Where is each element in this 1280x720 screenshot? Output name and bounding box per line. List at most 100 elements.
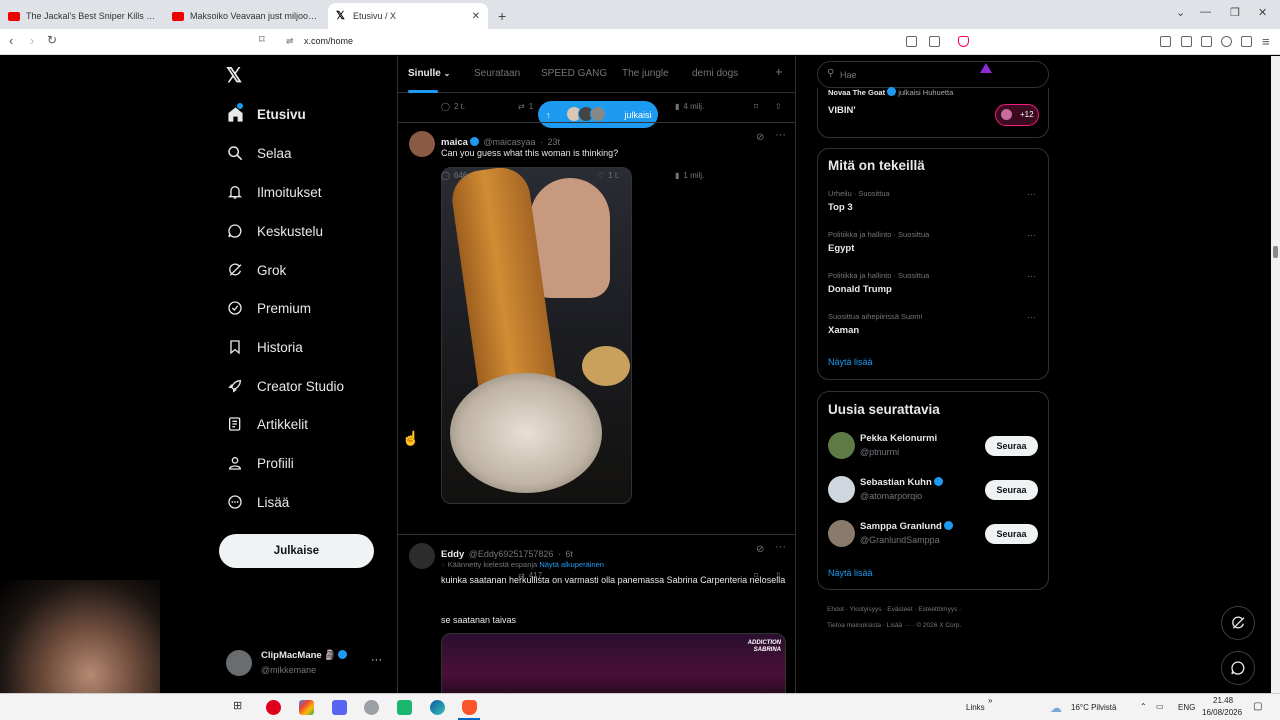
language-indicator[interactable]: ENG	[1178, 703, 1195, 712]
close-window-icon[interactable]: ✕	[1258, 6, 1267, 19]
grok-icon[interactable]: ⊘	[756, 544, 764, 555]
more-icon[interactable]: ···	[775, 541, 786, 553]
follow-suggestion[interactable]: Pekka Kelonurmi @ptnurmi Seuraa	[818, 430, 1048, 462]
scrollbar-thumb[interactable]	[1273, 246, 1278, 258]
sidebar-item-explore[interactable]: Selaa	[226, 138, 292, 168]
follow-button[interactable]: Seuraa	[985, 436, 1038, 456]
brave-icon[interactable]	[462, 700, 477, 715]
sidebar-item-home[interactable]: Etusivu	[226, 99, 306, 129]
sidebar-toggle-icon[interactable]	[1181, 36, 1192, 47]
grok-icon[interactable]: ⊘	[756, 132, 764, 143]
share-icon[interactable]: ⇧	[775, 102, 782, 111]
weather-text[interactable]: 16°C Pilvistä	[1071, 703, 1116, 712]
minimize-icon[interactable]: —	[1200, 6, 1211, 18]
tray-chevron-icon[interactable]: ⌃	[1140, 702, 1147, 711]
sidebar-item-notifications[interactable]: Ilmoitukset	[226, 177, 322, 207]
reply-stat[interactable]: ◯ 2 t.	[441, 102, 465, 111]
sidebar-item-premium[interactable]: Premium	[226, 293, 311, 323]
url-field[interactable]: ⇌ x.com/home	[280, 32, 1000, 52]
follow-suggestion[interactable]: Samppa Granlund @GranlundSamppa Seuraa	[818, 518, 1048, 550]
bookmark-page-icon[interactable]: ⌑	[259, 33, 265, 46]
brave-shield-icon[interactable]	[958, 36, 969, 47]
tab-search-icon[interactable]: ⌄	[1176, 6, 1185, 19]
chevron-right-icon[interactable]: »	[988, 696, 992, 705]
edge-icon[interactable]	[430, 700, 445, 715]
trend-item[interactable]: Politiikka ja hallinto · Suosittua Donal…	[818, 269, 1048, 309]
wallet-icon[interactable]	[1201, 36, 1212, 47]
show-original-link[interactable]: Näytä alkuperäinen	[539, 560, 604, 569]
links-toolbar[interactable]: Links	[966, 703, 985, 712]
network-icon[interactable]: ▭	[1156, 702, 1164, 711]
views-stat[interactable]: ▮ 1 milj.	[675, 171, 704, 180]
like-stat[interactable]: ♡ 1 t.	[597, 171, 619, 180]
vpn-icon[interactable]	[1241, 36, 1252, 47]
tab-demi-dogs[interactable]: demi dogs	[692, 68, 738, 79]
views-stat[interactable]: ▮ 4 milj.	[675, 102, 704, 111]
account-switcher[interactable]: ClipMacMane 🗿 @mikkemane ···	[226, 648, 396, 678]
follow-button[interactable]: Seuraa	[985, 524, 1038, 544]
tab-following[interactable]: Seurataan	[474, 68, 520, 79]
opera-icon[interactable]	[266, 700, 281, 715]
more-icon[interactable]: ···	[1027, 271, 1036, 281]
x-logo-icon[interactable]: 𝕏	[226, 63, 242, 88]
search-input[interactable]: ⚲ Hae	[817, 61, 1049, 88]
post-button[interactable]: Julkaise	[219, 534, 374, 568]
avatar[interactable]	[409, 131, 435, 157]
app-icon[interactable]	[299, 700, 314, 715]
footer-link-ads-info[interactable]: Tietoa mainoksista	[827, 622, 881, 629]
footer-link-terms[interactable]: Ehdot	[827, 606, 844, 613]
post-author-name[interactable]: Eddy	[441, 549, 464, 560]
more-icon[interactable]: ···	[1027, 312, 1036, 322]
sidebar-item-chat[interactable]: Keskustelu	[226, 216, 323, 246]
sidebar-item-grok[interactable]: Grok	[226, 255, 286, 285]
menu-icon[interactable]: ≡	[1262, 34, 1270, 49]
follow-suggestion[interactable]: Sebastian Kuhn @atomarporqio Seuraa	[818, 474, 1048, 506]
add-tab-icon[interactable]: +	[775, 64, 783, 79]
cast-icon[interactable]	[929, 36, 940, 47]
footer-link-more[interactable]: Lisää ···	[887, 622, 911, 629]
trend-item[interactable]: Suosittua aihepiirissä Suomi Xaman ···	[818, 310, 1048, 350]
live-count-badge[interactable]: +12	[995, 104, 1039, 126]
post-media[interactable]: ADDICTION SABRINA	[441, 633, 786, 693]
follow-button[interactable]: Seuraa	[985, 480, 1038, 500]
new-tab-button[interactable]: +	[498, 8, 506, 24]
live-card[interactable]: Novaa The Goat julkaisi Huhuetta VIBIN' …	[817, 87, 1049, 138]
tab-the-jungle[interactable]: The jungle	[622, 68, 669, 79]
trends-show-more-link[interactable]: Näytä lisää	[828, 357, 873, 367]
repost-stat[interactable]: ⇄ 1	[518, 102, 533, 111]
clock-time[interactable]: 21.48	[1213, 696, 1233, 705]
task-view-icon[interactable]: ⊞	[233, 699, 248, 714]
footer-link-privacy[interactable]: Yksityisyys	[850, 606, 882, 613]
sidebar-item-bookmarks[interactable]: Historia	[226, 332, 303, 362]
steam-icon[interactable]	[364, 700, 379, 715]
sidebar-item-articles[interactable]: Artikkelit	[226, 409, 308, 439]
messages-float-button[interactable]	[1221, 651, 1255, 685]
tab-speed-gang[interactable]: SPEED GANG	[541, 68, 607, 79]
post[interactable]: Eddy @Eddy69251757826 · 6t ⊘ ··· ◌ Käänn…	[398, 535, 795, 693]
tab-for-you[interactable]: Sinulle ⌄	[408, 68, 450, 79]
translate-icon[interactable]	[906, 36, 917, 47]
back-icon[interactable]: ‹	[9, 33, 13, 48]
browser-tab-active[interactable]: 𝕏 Etusivu / X ✕	[328, 3, 488, 29]
maximize-icon[interactable]: ❐	[1230, 6, 1240, 19]
footer-link-accessibility[interactable]: Esteettömyys	[918, 606, 957, 613]
grok-float-button[interactable]	[1221, 606, 1255, 640]
browser-tab-2[interactable]: Maksoiko Veavaan just miljoonan vil	[164, 3, 328, 29]
notifications-icon[interactable]: ▢	[1253, 701, 1262, 712]
leo-ai-icon[interactable]	[1221, 36, 1232, 47]
post[interactable]: maica @maicasyaa · 23t ⊘ ··· Can you gue…	[398, 123, 795, 580]
more-icon[interactable]: ···	[775, 129, 786, 141]
site-info-icon[interactable]: ⇌	[286, 36, 294, 47]
bookmark-icon[interactable]: ⌑	[754, 102, 758, 111]
app-icon[interactable]	[397, 700, 412, 715]
post-author-handle[interactable]: @Eddy69251757826	[469, 549, 554, 559]
more-icon[interactable]: ···	[1027, 189, 1036, 199]
account-more-icon[interactable]: ···	[371, 654, 382, 666]
sidebar-item-profile[interactable]: Profiili	[226, 448, 294, 478]
more-icon[interactable]: ···	[1027, 230, 1036, 240]
clock-date[interactable]: 16/08/2026	[1202, 708, 1242, 717]
discord-icon[interactable]	[332, 700, 347, 715]
post-time[interactable]: 23t	[547, 137, 560, 147]
footer-link-cookies[interactable]: Evästeet	[887, 606, 912, 613]
media-icon[interactable]	[1160, 36, 1171, 47]
